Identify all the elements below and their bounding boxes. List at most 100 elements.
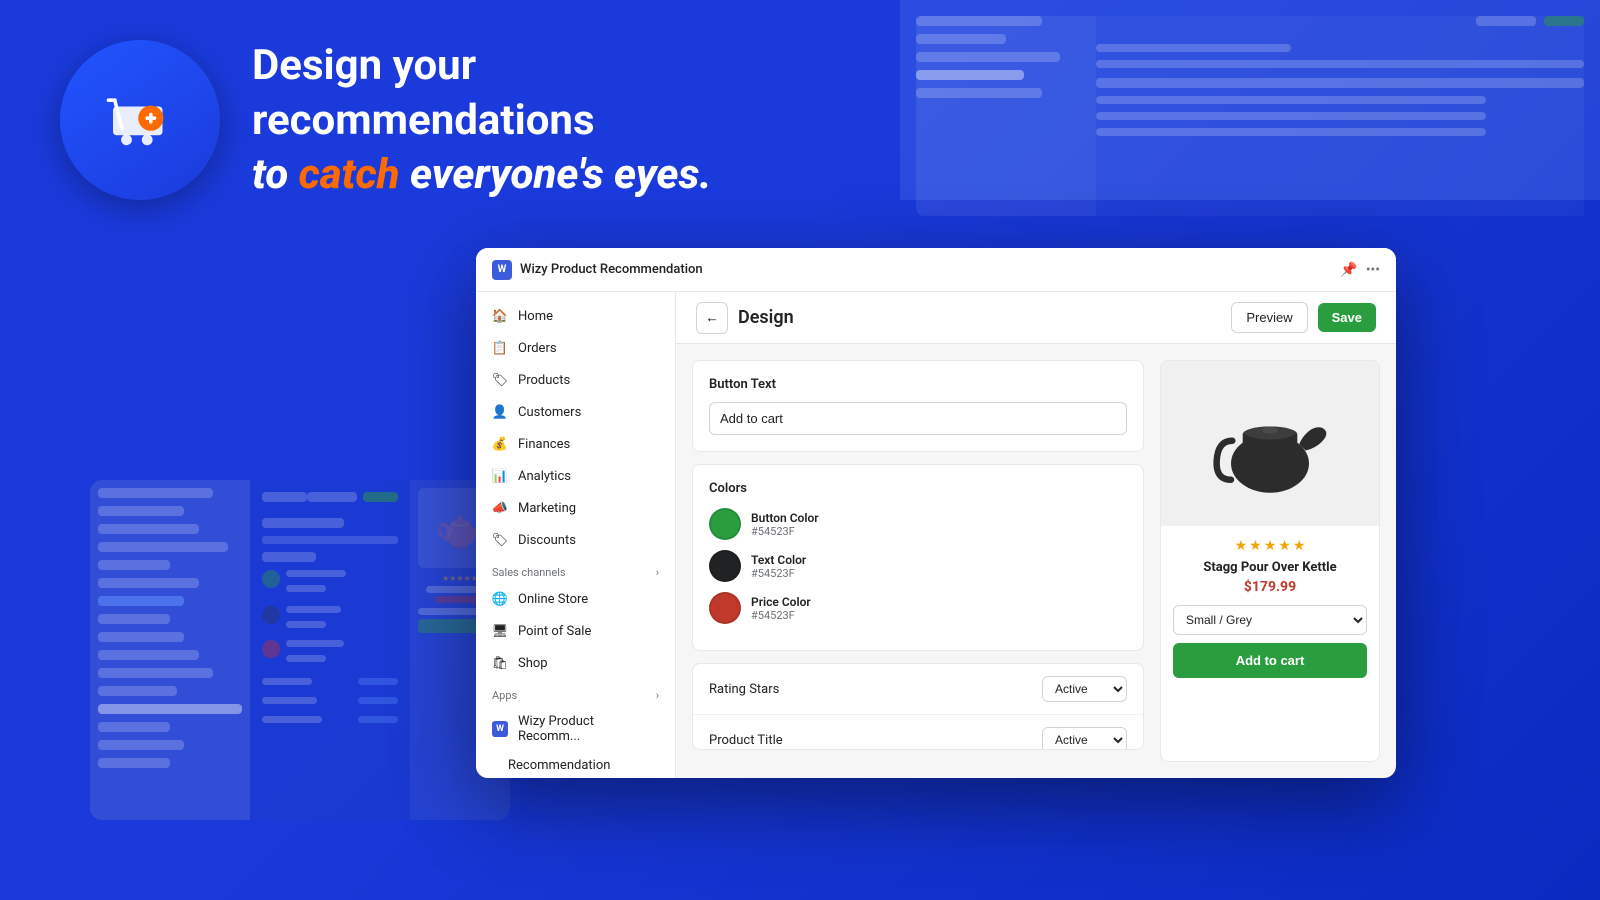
sales-channels-expand[interactable]: › bbox=[656, 566, 659, 579]
hero-text: Design your recommendations to catch eve… bbox=[252, 41, 712, 199]
design-body: Button Text Colors Button Color #54523F bbox=[676, 344, 1396, 778]
colors-label: Colors bbox=[709, 481, 1127, 496]
sidebar-sub-recommendation[interactable]: Recommendation bbox=[476, 752, 675, 778]
star-3: ★ bbox=[1264, 538, 1277, 554]
button-color-info: Button Color #54523F bbox=[751, 511, 819, 538]
sidebar-item-analytics[interactable]: 📊 Analytics bbox=[476, 460, 675, 492]
apps-label: Apps › bbox=[476, 679, 675, 706]
product-image-area bbox=[1161, 361, 1379, 526]
main-window: W Wizy Product Recommendation 📌 ••• 🏠 Ho… bbox=[476, 248, 1396, 778]
window-body: 🏠 Home 📋 Orders 🏷 Products 👤 Customers 💰… bbox=[476, 292, 1396, 778]
ghost-left-sidebar bbox=[90, 480, 250, 820]
cart-icon bbox=[95, 75, 185, 165]
text-color-label: Text Color bbox=[751, 553, 806, 567]
sidebar-item-wizy[interactable]: W Wizy Product Recomm... bbox=[476, 706, 675, 752]
star-4: ★ bbox=[1278, 538, 1291, 554]
sales-channels-label: Sales channels › bbox=[476, 556, 675, 583]
hero-catch-line: to catch everyone's eyes. bbox=[252, 150, 712, 199]
star-rating: ★ ★ ★ ★ ★ bbox=[1173, 538, 1367, 554]
products-icon: 🏷 bbox=[492, 372, 508, 388]
ghost-left-main bbox=[250, 480, 410, 820]
star-5: ★ bbox=[1293, 538, 1306, 554]
app-icon-small: W bbox=[492, 260, 512, 280]
text-color-swatch[interactable] bbox=[709, 550, 741, 582]
discounts-icon: 🏷 bbox=[492, 532, 508, 548]
button-text-input[interactable] bbox=[709, 402, 1127, 435]
sidebar-item-shop[interactable]: 🛍 Shop bbox=[476, 647, 675, 679]
hero-catch-prefix: to bbox=[252, 150, 299, 199]
finances-icon: 💰 bbox=[492, 436, 508, 452]
sidebar-item-pos[interactable]: 🖥 Point of Sale bbox=[476, 615, 675, 647]
sidebar-item-orders[interactable]: 📋 Orders bbox=[476, 332, 675, 364]
marketing-icon: 📣 bbox=[492, 500, 508, 516]
window-actions: 📌 ••• bbox=[1340, 262, 1380, 278]
product-name: Stagg Pour Over Kettle bbox=[1173, 560, 1367, 575]
hero-section: Design your recommendations to catch eve… bbox=[60, 40, 712, 200]
button-color-label: Button Color bbox=[751, 511, 819, 525]
product-image-kettle bbox=[1205, 379, 1335, 509]
pin-icon[interactable]: 📌 bbox=[1340, 262, 1357, 278]
window-titlebar: W Wizy Product Recommendation 📌 ••• bbox=[476, 248, 1396, 292]
product-price: $179.99 bbox=[1173, 579, 1367, 595]
design-header-right: Preview Save bbox=[1231, 302, 1376, 333]
pos-icon: 🖥 bbox=[492, 623, 508, 639]
online-store-icon: 🌐 bbox=[492, 591, 508, 607]
preview-panel: ★ ★ ★ ★ ★ Stagg Pour Over Kettle $179.99… bbox=[1160, 360, 1380, 762]
sidebar-item-products[interactable]: 🏷 Products bbox=[476, 364, 675, 396]
sidebar-item-marketing[interactable]: 📣 Marketing bbox=[476, 492, 675, 524]
price-color-hex: #54523F bbox=[751, 609, 811, 622]
back-arrow-icon: ← bbox=[705, 310, 718, 325]
hero-icon-circle bbox=[60, 40, 220, 200]
toggle-product-title: Product Title Active bbox=[693, 715, 1143, 750]
preview-button[interactable]: Preview bbox=[1231, 302, 1307, 333]
orders-icon: 📋 bbox=[492, 340, 508, 356]
hero-title-line1: Design your bbox=[252, 41, 712, 91]
star-2: ★ bbox=[1249, 538, 1262, 554]
price-color-info: Price Color #54523F bbox=[751, 595, 811, 622]
sidebar: 🏠 Home 📋 Orders 🏷 Products 👤 Customers 💰… bbox=[476, 292, 676, 778]
star-1: ★ bbox=[1235, 538, 1248, 554]
sidebar-item-finances[interactable]: 💰 Finances bbox=[476, 428, 675, 460]
toggle-section: Rating Stars Active Product Title Active bbox=[692, 663, 1144, 750]
hero-title-line2: recommendations bbox=[252, 96, 712, 146]
variant-select[interactable]: Small / Grey bbox=[1173, 605, 1367, 635]
text-color-info: Text Color #54523F bbox=[751, 553, 806, 580]
save-button[interactable]: Save bbox=[1318, 303, 1376, 332]
ghost-content bbox=[1096, 16, 1584, 216]
background-ghost-bottom-left: 🫖 ★★★★★ bbox=[90, 480, 510, 820]
home-icon: 🏠 bbox=[492, 308, 508, 324]
analytics-icon: 📊 bbox=[492, 468, 508, 484]
more-icon[interactable]: ••• bbox=[1366, 262, 1380, 278]
apps-expand[interactable]: › bbox=[656, 689, 659, 702]
add-to-cart-button[interactable]: Add to cart bbox=[1173, 643, 1367, 678]
toggle-rating-stars: Rating Stars Active bbox=[693, 664, 1143, 715]
rating-stars-select[interactable]: Active bbox=[1042, 676, 1127, 702]
sidebar-item-customers[interactable]: 👤 Customers bbox=[476, 396, 675, 428]
wizy-icon: W bbox=[492, 721, 508, 737]
hero-catch-suffix: everyone's eyes. bbox=[400, 150, 712, 199]
design-header-left: ← Design bbox=[696, 302, 794, 334]
customers-icon: 👤 bbox=[492, 404, 508, 420]
text-color-hex: #54523F bbox=[751, 567, 806, 580]
button-text-label: Button Text bbox=[709, 377, 1127, 392]
product-title-select[interactable]: Active bbox=[1042, 727, 1127, 750]
product-title-label: Product Title bbox=[709, 733, 783, 748]
rating-stars-label: Rating Stars bbox=[709, 682, 779, 697]
sidebar-item-home[interactable]: 🏠 Home bbox=[476, 300, 675, 332]
button-text-section: Button Text bbox=[692, 360, 1144, 452]
price-color-label: Price Color bbox=[751, 595, 811, 609]
sidebar-item-online-store[interactable]: 🌐 Online Store bbox=[476, 583, 675, 615]
price-color-swatch[interactable] bbox=[709, 592, 741, 624]
shop-icon: 🛍 bbox=[492, 655, 508, 671]
design-header: ← Design Preview Save bbox=[676, 292, 1396, 344]
button-color-row: Button Color #54523F bbox=[709, 508, 1127, 540]
button-color-swatch[interactable] bbox=[709, 508, 741, 540]
back-button[interactable]: ← bbox=[696, 302, 728, 334]
background-ghost-top-right bbox=[900, 0, 1600, 200]
ghost-left-inner: 🫖 ★★★★★ bbox=[90, 480, 510, 820]
main-content: ← Design Preview Save Button Text bbox=[676, 292, 1396, 778]
design-title: Design bbox=[738, 307, 794, 328]
button-color-hex: #54523F bbox=[751, 525, 819, 538]
product-details: ★ ★ ★ ★ ★ Stagg Pour Over Kettle $179.99… bbox=[1161, 526, 1379, 690]
sidebar-item-discounts[interactable]: 🏷 Discounts bbox=[476, 524, 675, 556]
